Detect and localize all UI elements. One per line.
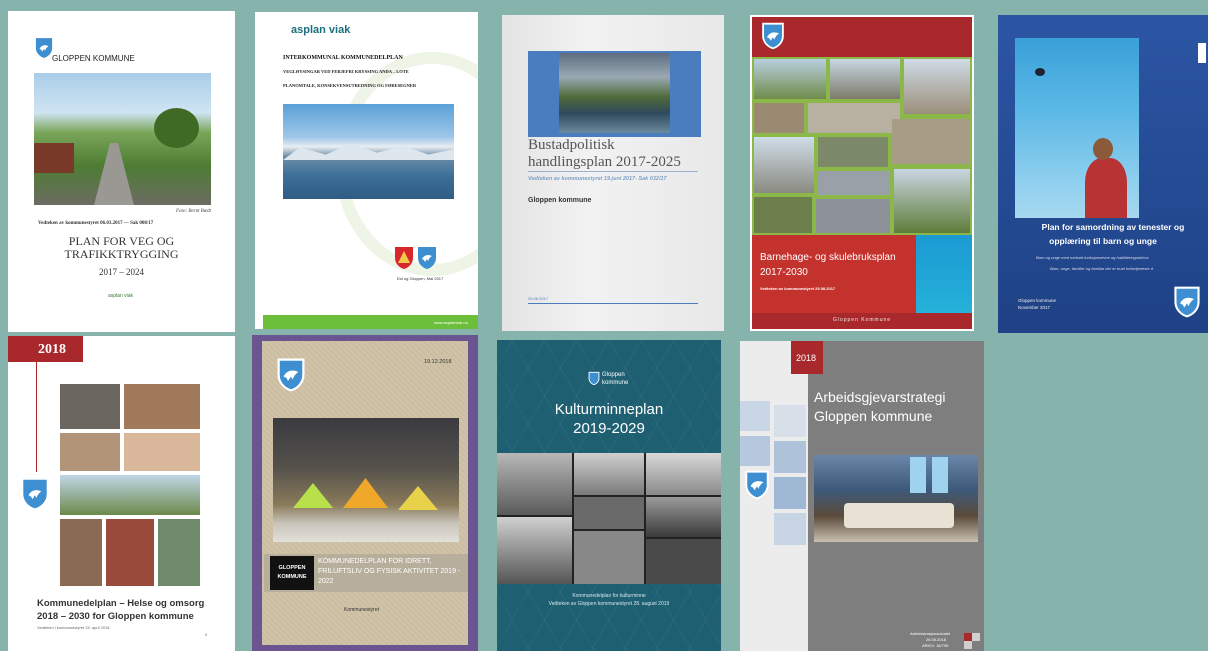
asplan-viak-logo: asplan viak: [291, 24, 351, 36]
gloppen-shield-icon: [762, 22, 784, 50]
road-valley-photo: [34, 73, 211, 205]
fjord-village-photo: [559, 53, 670, 133]
cover-title-line2: Gloppen kommune: [814, 408, 933, 424]
cover-org: GLOPPEN KOMMUNE: [52, 54, 135, 63]
cover-title-line2: TRAFIKKTRYGGING: [64, 247, 179, 261]
cover-idrett-friluftsliv[interactable]: 19.12.2018 GLOPPEN KOMMUNE KOMMUNEDELPLA…: [252, 335, 478, 651]
cover-date: November 2017: [1018, 305, 1051, 310]
publisher-logo: asplan viak: [108, 293, 134, 299]
cover-date: 20.06.2017: [528, 296, 549, 301]
fjord-photo: [283, 104, 454, 199]
gloppen-shield-icon: [745, 470, 769, 500]
cover-subtitle-1: VEGLØYSINGAR VED FERJEFRI KRYSSING ANDA …: [283, 69, 409, 74]
cover-title-line1: Bustadpolitisk: [528, 137, 615, 153]
cover-kulturminneplan[interactable]: Gloppen kommune Kulturminneplan 2019-202…: [497, 340, 721, 651]
cover-footer: Kommunestyret: [344, 607, 380, 613]
cover-date: 19.12.2018: [424, 359, 452, 365]
cover-title-line1: Barnehage- og skulebruksplan: [760, 252, 896, 263]
footer-line2: 26.05.2018: [926, 637, 947, 642]
gloppen-shield-icon: [1174, 286, 1200, 318]
cover-title-line1: Kulturminneplan: [554, 401, 664, 418]
meeting-photo: [814, 455, 978, 542]
cover-org: Gloppen kommune: [1018, 298, 1057, 303]
cover-arbeidsgjevarstrategi[interactable]: 2018 Arbeidsgjevarstrategi Gloppen kommu…: [740, 341, 984, 651]
cover-title-line2: 2018 – 2030 for Gloppen kommune: [37, 611, 194, 622]
adoption-note: Vedteken av kommunestyret 19.juni 2017- …: [528, 176, 667, 182]
cover-year: 2018: [38, 342, 66, 357]
adoption-note: Vedteken av kommunestyret 25.08.2017: [760, 286, 836, 291]
logo-line1: GLOPPEN: [278, 565, 306, 571]
tent-camp-photo: [273, 418, 459, 542]
cover-heading: INTERKOMMUNAL KOMMUNEDELPLAN: [283, 55, 403, 61]
cover-title-line2: 2017-2030: [760, 267, 808, 278]
cover-date: Eid og Gloppen, Mai 2017: [397, 276, 444, 281]
cover-year: 2018: [796, 353, 817, 363]
bullet-2: Barn, unge, familier og familiar der er …: [1050, 266, 1153, 271]
gloppen-shield-icon: [418, 247, 436, 269]
cover-title-line1: Arbeidsgjevarstrategi: [814, 389, 946, 405]
footer-line3: ARKIV: 18/799: [922, 643, 949, 648]
footer-line1: Administrasjonsutvalet: [910, 631, 951, 636]
cover-title-line1: Plan for samordning av tenester og: [1041, 222, 1185, 232]
photo-credit: Foto: Bernt Bædt: [176, 209, 211, 214]
cover-years: 2017 – 2024: [99, 267, 144, 277]
logo-line1: Gloppen: [602, 372, 625, 378]
cover-helse-omsorg[interactable]: 2018 Kommunedelplan – Helse og omsorg 20…: [8, 336, 235, 651]
cover-title: KOMMUNEDELPLAN FOR IDRETT, FRILUFTSLIV O…: [318, 558, 461, 585]
cover-org: Gloppen kommune: [528, 197, 592, 204]
cover-title-line2: handlingsplan 2017-2025: [528, 154, 681, 170]
cover-footer: Gloppen Kommune: [832, 317, 892, 323]
cover-title-line1: Kommunedelplan – Helse og omsorg: [37, 598, 205, 609]
website-url: www.asplanviak.no: [433, 320, 468, 325]
cover-title-line2: 2019-2029: [573, 420, 645, 437]
cover-bustadpolitisk-handlingsplan[interactable]: Bustadpolitisk handlingsplan 2017-2025 V…: [502, 15, 724, 331]
gloppen-shield-icon: [23, 479, 47, 509]
gloppen-shield-icon: [35, 38, 53, 58]
caption-line2: Vedteken av Gloppen kommunestyret 28. au…: [548, 601, 670, 607]
logo-line2: KOMMUNE: [277, 574, 307, 580]
cover-interkommunal-kommunedelplan[interactable]: asplan viak INTERKOMMUNAL KOMMUNEDELPLAN…: [255, 12, 478, 329]
gloppen-shield-icon: [588, 371, 600, 386]
cover-veg-trafikktrygging[interactable]: GLOPPEN KOMMUNE Foto: Bernt Bædt Vedteke…: [8, 11, 235, 332]
cover-title-line2: opplæring til barn og unge: [1049, 236, 1157, 246]
page-number: 0: [205, 632, 208, 637]
bullet-1: Barn og unge med nedsett funksjonsevne o…: [1036, 255, 1149, 260]
school-buildings-collage: [752, 57, 972, 235]
logo-line2: kommune: [602, 380, 629, 386]
child-sky-photo: [1015, 38, 1139, 218]
health-care-collage: [60, 384, 200, 586]
cover-barnehage-skulebruksplan[interactable]: Barnehage- og skulebruksplan 2017-2030 V…: [750, 15, 974, 331]
cover-samordning-tenester[interactable]: Plan for samordning av tenester og opplæ…: [998, 15, 1208, 333]
historic-photo-collage: [497, 453, 721, 584]
gloppen-shield-icon: [277, 358, 305, 392]
adoption-note: Vedteken av kommunestyret 06.03.2017 — S…: [38, 221, 154, 226]
adoption-note: Vedteken i kommunestyret 25. april 2018: [37, 625, 110, 630]
caption-line1: Kommunedelplan for kulturminne: [572, 593, 646, 599]
cover-subtitle-2: PLANOMTALE, KONSEKVENSUTREDNING OG FØRES…: [283, 83, 417, 88]
eid-red-shield-icon: [395, 247, 413, 269]
